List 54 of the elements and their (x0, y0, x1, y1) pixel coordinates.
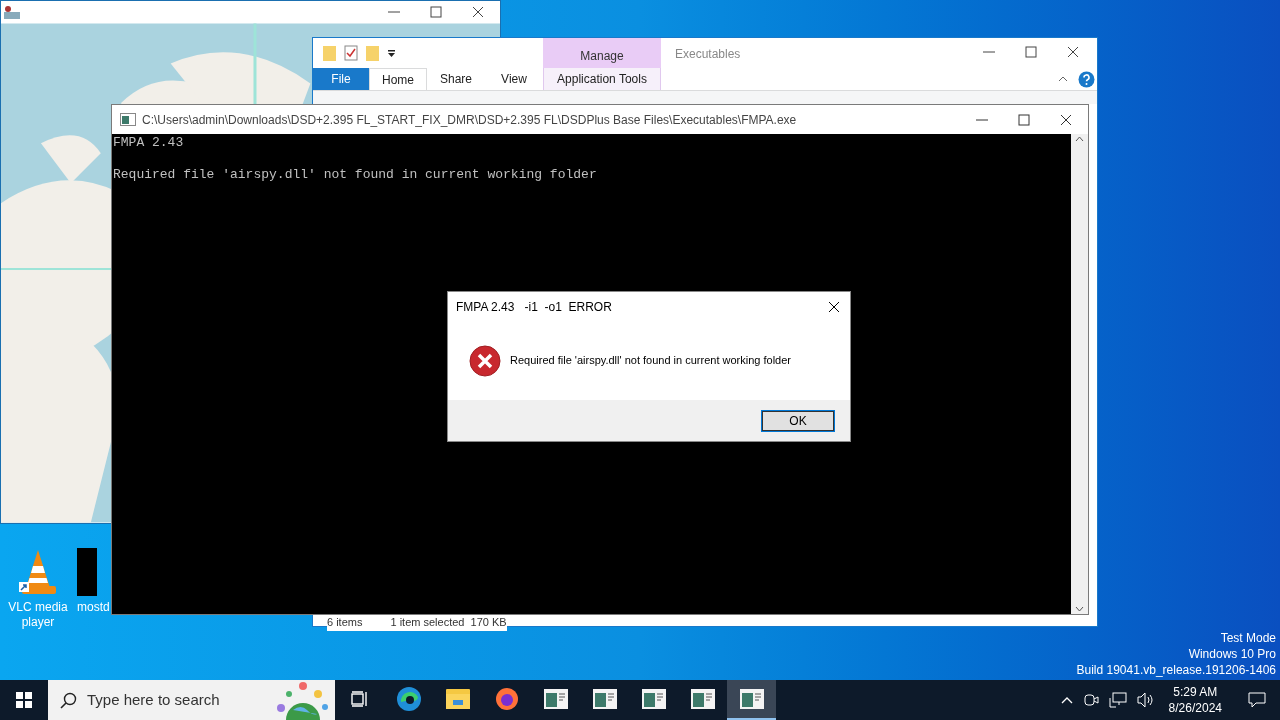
maximize-button[interactable] (1023, 44, 1039, 60)
show-hidden-icons-chevron[interactable] (1060, 696, 1073, 704)
properties-icon[interactable] (344, 45, 358, 61)
meet-now-icon[interactable] (1082, 692, 1099, 708)
console-icon (641, 689, 666, 709)
console-text: FMPA 2.43 (113, 135, 185, 151)
clock-time: 5:29 AM (1173, 684, 1218, 700)
help-icon[interactable] (1078, 70, 1095, 88)
ribbon-tab[interactable]: View (485, 68, 543, 90)
collapse-ribbon-icon[interactable] (1058, 76, 1068, 82)
ribbon-tab[interactable]: Share (427, 68, 485, 90)
close-button[interactable] (470, 4, 486, 20)
console-text: Required file 'airspy.dll' not found in current working folder (113, 167, 598, 183)
error-message: Required file 'airspy.dll' not found in current working folder (510, 353, 791, 369)
close-button[interactable] (1065, 44, 1081, 60)
scroll-down-icon[interactable] (1075, 606, 1084, 612)
task-view-icon (350, 691, 369, 707)
console-icon (739, 689, 764, 709)
status-text: 1 item selected 170 KB (390, 615, 507, 630)
contextual-tab-header: Manage (543, 38, 661, 68)
ribbon-tab[interactable]: Home (369, 68, 427, 90)
console-icon (543, 689, 568, 709)
search-placeholder: Type here to search (87, 689, 220, 710)
folder-icon (445, 689, 470, 709)
scrollbar[interactable] (1071, 134, 1088, 614)
dropdown-icon[interactable] (387, 48, 396, 58)
watermark-text: Build 19041.vb_release.191206-1406 (1076, 662, 1276, 678)
clock[interactable]: 5:29 AM 8/26/2024 (1164, 684, 1226, 716)
ribbon-tab[interactable]: Application Tools (543, 68, 661, 90)
taskbar-button[interactable] (727, 680, 776, 720)
volume-icon[interactable] (1136, 692, 1155, 708)
status-text: 6 items (327, 615, 363, 630)
maximize-button[interactable] (1016, 111, 1032, 128)
console-icon (690, 689, 715, 709)
watermark-text: Test Mode (1220, 630, 1276, 646)
edge-browser-icon (395, 686, 422, 712)
window-title: Executables (675, 46, 741, 63)
windows-start-icon[interactable] (16, 692, 32, 708)
maximize-button[interactable] (428, 4, 444, 20)
network-icon[interactable] (1108, 692, 1127, 708)
watermark-text: Windows 10 Pro (1188, 646, 1276, 662)
search-field[interactable]: Type here to search (48, 680, 335, 720)
console-icon (592, 689, 617, 709)
scroll-up-icon[interactable] (1075, 136, 1084, 142)
clock-date: 8/26/2024 (1168, 700, 1222, 716)
error-icon (469, 344, 501, 377)
notifications-icon[interactable] (1248, 692, 1266, 708)
firefox-browser-icon (494, 687, 519, 711)
search-icon (60, 691, 77, 709)
ok-button[interactable]: OK (761, 409, 835, 432)
window-title: C:\Users\admin\Downloads\DSD+2.395 FL_START_FIX_DMR\DSD+2.395 FL\DSDPlus Base Files\Executables\FMPA.exe (142, 111, 797, 129)
console-icon (120, 113, 136, 126)
ribbon-tab[interactable]: File (313, 68, 369, 90)
dialog-title: FMPA 2.43 -i1 -o1 ERROR (456, 298, 612, 316)
